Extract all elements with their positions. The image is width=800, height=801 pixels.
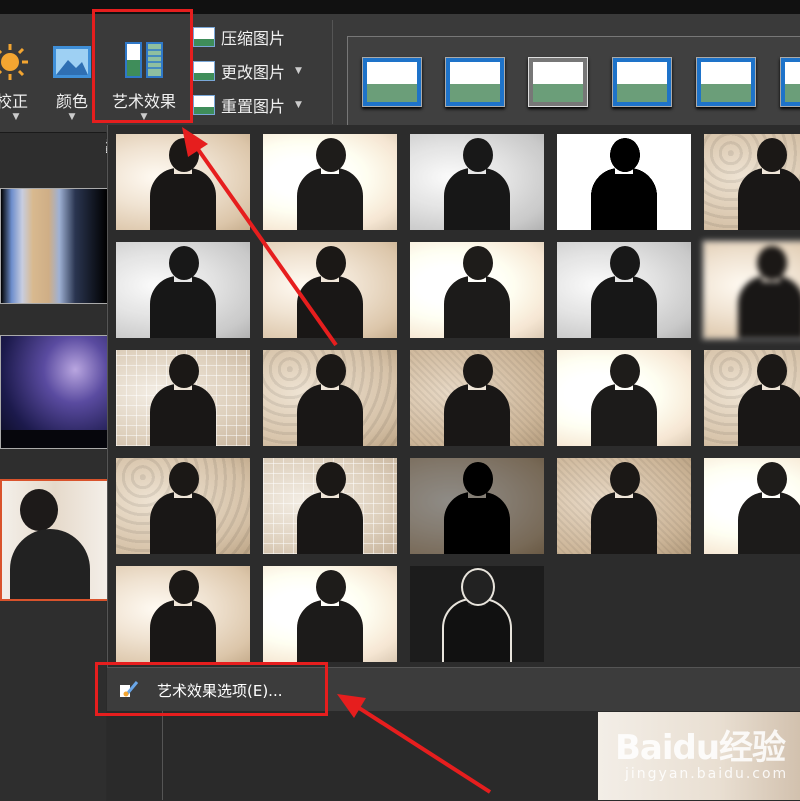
compress-pictures-label: 压缩图片 <box>221 29 286 48</box>
effect-none[interactable] <box>116 134 250 230</box>
effect-mosaic-bubbles[interactable] <box>557 350 691 446</box>
effect-photocopy[interactable] <box>263 566 397 662</box>
chevron-down-icon: ▼ <box>295 100 302 110</box>
effect-watercolor-sponge[interactable] <box>263 350 397 446</box>
effect-pencil-grayscale[interactable] <box>410 134 544 230</box>
picture-icon <box>53 46 91 78</box>
watermark-logo: Baidu经验 <box>615 728 786 768</box>
effect-plastic-wrap[interactable] <box>704 458 800 554</box>
divider <box>332 20 333 124</box>
effect-cement[interactable] <box>116 458 250 554</box>
slide-thumbnail[interactable] <box>0 188 108 304</box>
compress-pictures-button[interactable]: 压缩图片 <box>193 23 285 51</box>
reset-picture-label: 重置图片 <box>221 97 286 116</box>
reset-picture-icon <box>193 95 215 115</box>
chevron-down-icon: ▼ <box>12 112 20 122</box>
change-picture-label: 更改图片 <box>221 63 286 82</box>
effect-marker[interactable] <box>263 134 397 230</box>
effect-glass[interactable] <box>704 350 800 446</box>
picture-style-item[interactable] <box>528 57 588 107</box>
effect-crisscross-etching[interactable] <box>410 458 544 554</box>
color-label: 颜色 <box>55 92 88 111</box>
effect-glow-diffused[interactable] <box>557 242 691 338</box>
effect-pencil-sketch[interactable] <box>557 134 691 230</box>
effect-glow-edges[interactable] <box>410 566 544 662</box>
artistic-effects-dropdown <box>107 125 800 715</box>
effect-line-drawing[interactable] <box>704 134 800 230</box>
picture-style-item[interactable] <box>362 57 422 107</box>
highlight-box-artistic-button <box>92 9 193 123</box>
slide-thumbnail-selected[interactable] <box>0 479 110 601</box>
picture-style-item[interactable] <box>696 57 756 107</box>
change-picture-icon <box>193 61 215 81</box>
effect-paint-strokes[interactable] <box>263 242 397 338</box>
effect-cutout[interactable] <box>116 566 250 662</box>
slide-thumbnail[interactable] <box>0 335 108 449</box>
effect-light-screen[interactable] <box>116 350 250 446</box>
highlight-box-options <box>95 662 328 716</box>
chevron-down-icon: ▼ <box>295 66 302 76</box>
effect-film-grain[interactable] <box>410 350 544 446</box>
change-picture-button[interactable]: 更改图片 ▼ <box>193 57 302 85</box>
effect-paint-brush[interactable] <box>410 242 544 338</box>
corrections-label: 校正 <box>0 92 28 111</box>
picture-style-item[interactable] <box>445 57 505 107</box>
chevron-down-icon: ▼ <box>68 112 76 122</box>
effect-pastels-smooth[interactable] <box>557 458 691 554</box>
picture-styles-gallery <box>347 36 800 128</box>
picture-style-item[interactable] <box>612 57 672 107</box>
effect-chalk-sketch[interactable] <box>116 242 250 338</box>
picture-style-item[interactable] <box>780 57 800 107</box>
compress-icon <box>193 27 215 47</box>
effect-texturizer[interactable] <box>263 458 397 554</box>
divider <box>162 711 163 800</box>
reset-picture-button[interactable]: 重置图片 ▼ <box>193 91 302 119</box>
sun-icon <box>0 44 28 80</box>
effect-blur[interactable] <box>702 240 800 340</box>
watermark-url: jingyan.baidu.com <box>625 766 789 782</box>
